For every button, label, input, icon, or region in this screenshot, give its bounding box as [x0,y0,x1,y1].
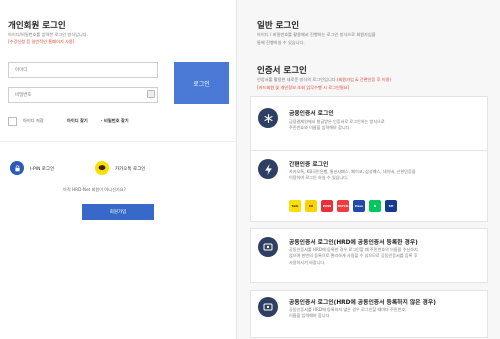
card-desc-line: 이름을 입력해야 합니다. [289,313,331,319]
card-desc: 카카오톡, KB국민은행, 통신사패스, 페이코, 삼성패스, 네이버, 신한인… [289,169,485,182]
payco-app-icon: PAYCO [337,200,349,212]
finance-cert-login-card[interactable]: 금융인증서 로그인 금융결제원에서 발급받은 인증서로 로그인하는 방식으로 주민… [250,96,488,156]
login-button[interactable]: 로그인 [174,62,229,104]
joint-cert-unregistered-card[interactable]: 공동인증서 로그인(HRD에 공동인증서 등록하지 않은 경우) 공동인증서를 … [250,290,488,338]
find-id-link[interactable]: 아이디 찾기 [67,118,88,124]
divider [0,141,236,142]
joint-cert-registered-card[interactable]: 공동인증서 로그인(HRD에 공동인증서 등록한 경우) 공동인증서를 HRD에… [250,228,488,283]
keyboard-icon[interactable] [147,90,155,98]
card-desc-line: 이용하여 로그인 하실 수 있습니다. [289,175,349,181]
save-id-checkbox[interactable] [8,117,17,126]
ipin-icon[interactable] [10,161,24,175]
card-title: 공동인증서 로그인(HRD에 공동인증서 등록하지 않은 경우) [289,300,436,306]
cert-login-desc-red: (회원가입 & 간편인증 후 이용) [336,77,392,82]
naver-app-icon: N [369,200,381,212]
card-desc: 공동인증서를 HRD에 등록하지 않은 경우 로그인할 때마다 주민번호, 이름을… [289,307,485,320]
password-field-wrap [8,87,158,103]
member-login-panel: 개인회원 로그인 아이디/비밀번호를 입력한 로그인 방식입니다. [수강신청 … [0,0,236,339]
not-member-text: 아직 HRD-Net 회원이 아니신가요? [63,187,126,192]
certificate-icon [258,237,278,257]
kakao-login-link[interactable]: 카카오톡 로그인 [115,166,145,172]
pass-app-icon: PASS [321,200,333,212]
card-title: 공동인증서 로그인(HRD에 공동인증서 등록한 경우) [289,240,418,246]
cert-login-desc: 인증서를 활용한 새로운 방식의 로그인입니다.(회원가입 & 간편인증 후 이… [257,77,391,83]
kb-bank-app-icon: KB [305,200,317,212]
card-title: 간편인증 로그인 [289,162,329,168]
id-input[interactable] [8,62,158,78]
simple-auth-login-card[interactable]: 간편인증 로그인 카카오톡, KB국민은행, 통신사패스, 페이코, 삼성패스,… [250,150,488,222]
member-login-desc: 아이디/비밀번호를 입력한 로그인 방식입니다. [8,32,88,37]
card-desc-line: 사용하시기 바랍니다. [289,259,326,265]
snowflake-icon [258,108,278,128]
shinhan-app-icon: SH [385,200,397,212]
card-desc: 공동인증서를 HRD에 등록한 경우 로그인할 때 주민번호의 이름을 수신하지… [289,247,485,266]
cert-login-desc-2: [카드회원 및 개인정보 조회 업무수행 시 로그인필요] [257,85,350,90]
password-input[interactable] [8,87,158,103]
general-login-desc-2: 통해 진행하실 수 있습니다. [257,40,305,45]
save-id-label: 아이디 저장 [23,118,44,123]
join-button[interactable]: 회원가입 [82,204,154,220]
kakao-icon[interactable] [95,161,109,175]
kakaotalk-app-icon: Talk [289,200,301,212]
card-desc-line: 주민번호와 이름을 입력해야 합니다. [289,125,351,131]
find-password-link[interactable]: · 비밀번호 찾기 [101,118,129,124]
member-login-notice: [수강신청 등 일반적인 홈페이지 사용] [8,39,75,44]
samsung-pass-app-icon: Pass [353,200,365,212]
ipin-login-link[interactable]: I-PIN 로그인 [30,166,54,172]
certificate-lock-icon [258,297,278,317]
lightning-icon [258,159,278,179]
general-login-desc-1: 아이디 / 비밀번호를 활용해서 진행하는 로그인 방식으로 회원가입을 [257,32,376,37]
card-desc: 금융결제원에서 발급받은 인증서로 로그인하는 방식으로 주민번호와 이름을 입력… [289,119,485,132]
cert-login-title: 인증서 로그인 [257,66,307,76]
member-login-title: 개인회원 로그인 [8,21,66,31]
cert-login-desc-a: 인증서를 활용한 새로운 방식의 로그인입니다. [257,77,337,82]
card-title: 금융인증서 로그인 [289,111,334,117]
general-login-title: 일반 로그인 [257,21,300,31]
